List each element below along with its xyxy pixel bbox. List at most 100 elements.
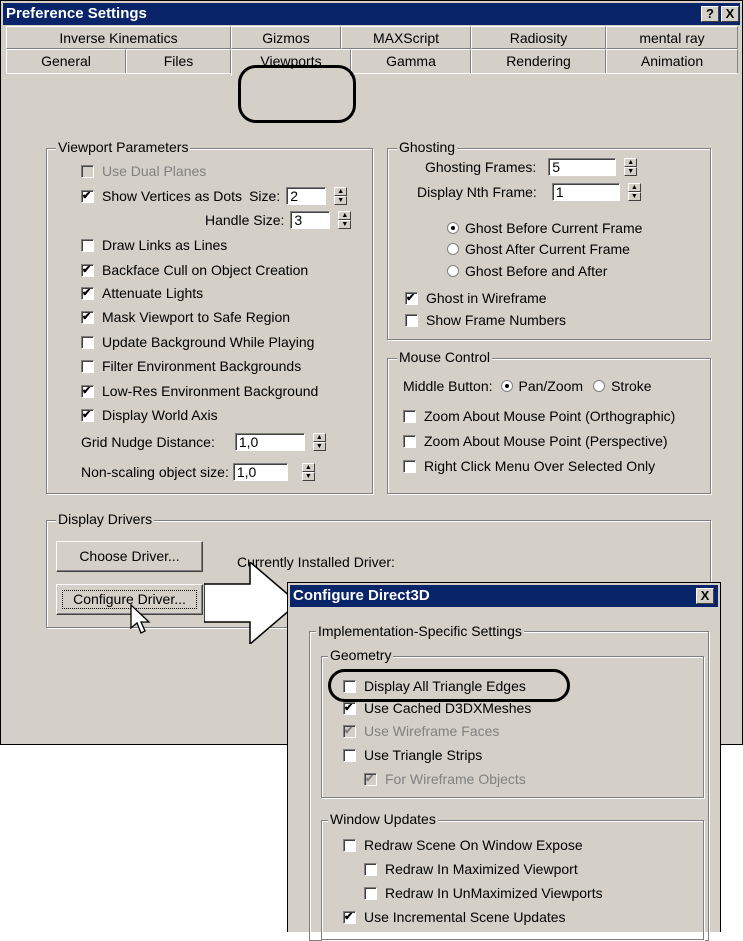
close-button[interactable]: X xyxy=(721,6,739,22)
redraw-maximized-row[interactable]: Redraw In Maximized Viewport xyxy=(364,861,578,877)
ghosting-frames-input[interactable]: 5 xyxy=(548,158,617,176)
lowres-env-row[interactable]: Low-Res Environment Background xyxy=(81,383,318,399)
ghost-before-row[interactable]: Ghost Before Current Frame xyxy=(447,220,642,236)
tab-rendering[interactable]: Rendering xyxy=(471,49,606,73)
triangle-strips-row[interactable]: Use Triangle Strips xyxy=(343,747,482,763)
middle-button-row: Middle Button: Pan/Zoom Stroke xyxy=(403,378,652,394)
impl-settings-label: Implementation-Specific Settings xyxy=(316,623,524,639)
show-vertices-checkbox[interactable] xyxy=(81,189,94,203)
window-titlebar: Preference Settings xyxy=(3,3,740,25)
wireframe-faces-row[interactable]: Use Wireframe Faces xyxy=(343,723,499,739)
redraw-unmaximized-row[interactable]: Redraw In UnMaximized Viewports xyxy=(364,885,603,901)
cached-meshes-row[interactable]: Use Cached D3DXMeshes xyxy=(343,700,531,716)
tab-inverse-kinematics[interactable]: Inverse Kinematics xyxy=(6,26,231,49)
redraw-expose-checkbox[interactable] xyxy=(343,838,356,852)
right-click-checkbox[interactable] xyxy=(403,459,416,473)
lowres-env-checkbox[interactable] xyxy=(81,384,94,398)
display-world-axis-checkbox[interactable] xyxy=(81,408,94,422)
tab-animation[interactable]: Animation xyxy=(606,49,738,73)
redraw-unmaximized-checkbox[interactable] xyxy=(364,886,377,900)
backface-cull-checkbox[interactable] xyxy=(81,263,94,277)
for-wireframe-checkbox[interactable] xyxy=(364,772,377,786)
mask-viewport-row[interactable]: Mask Viewport to Safe Region xyxy=(81,309,290,325)
dialog-title: Configure Direct3D xyxy=(293,587,430,604)
wireframe-faces-checkbox[interactable] xyxy=(343,724,356,738)
viewports-tab-highlight xyxy=(238,65,356,123)
display-world-axis-row[interactable]: Display World Axis xyxy=(81,407,218,423)
ghost-before-after-row[interactable]: Ghost Before and After xyxy=(447,263,607,279)
draw-links-row[interactable]: Draw Links as Lines xyxy=(81,237,227,253)
nth-frame-row: Display Nth Frame: 1 ▲ ▼ xyxy=(417,183,641,201)
for-wireframe-row[interactable]: For Wireframe Objects xyxy=(364,771,526,787)
grid-nudge-row: Grid Nudge Distance: 1,0 ▲ ▼ xyxy=(81,433,326,451)
vertex-size-spinner[interactable]: ▲ ▼ xyxy=(334,187,348,205)
redraw-maximized-checkbox[interactable] xyxy=(364,862,377,876)
tab-maxscript[interactable]: MAXScript xyxy=(341,26,471,49)
tab-radiosity[interactable]: Radiosity xyxy=(471,26,606,49)
handle-size-input[interactable]: 3 xyxy=(290,211,331,229)
handle-size-row: Handle Size: 3 ▲ ▼ xyxy=(205,211,352,229)
mouse-control-label: Mouse Control xyxy=(397,349,493,365)
ghosting-frames-row: Ghosting Frames: 5 ▲ ▼ xyxy=(425,158,638,176)
zoom-persp-row[interactable]: Zoom About Mouse Point (Perspective) xyxy=(403,433,668,449)
ghost-wireframe-row[interactable]: Ghost in Wireframe xyxy=(405,290,547,306)
zoom-ortho-row[interactable]: Zoom About Mouse Point (Orthographic) xyxy=(403,408,675,424)
attenuate-lights-checkbox[interactable] xyxy=(81,286,94,300)
filter-env-checkbox[interactable] xyxy=(81,359,94,373)
tab-gizmos[interactable]: Gizmos xyxy=(231,26,341,49)
cached-meshes-checkbox[interactable] xyxy=(343,701,356,715)
zoom-persp-checkbox[interactable] xyxy=(403,434,416,448)
nth-frame-input[interactable]: 1 xyxy=(551,183,620,201)
window-title: Preference Settings xyxy=(6,5,147,22)
vertex-size-input[interactable]: 2 xyxy=(286,187,327,205)
incremental-updates-row[interactable]: Use Incremental Scene Updates xyxy=(343,909,566,925)
ghost-after-row[interactable]: Ghost After Current Frame xyxy=(447,241,630,257)
tab-panel-border xyxy=(6,73,738,74)
ghost-wireframe-checkbox[interactable] xyxy=(405,291,418,305)
ghost-before-radio[interactable] xyxy=(447,222,459,234)
mask-viewport-checkbox[interactable] xyxy=(81,310,94,324)
ghost-after-radio[interactable] xyxy=(447,243,459,255)
display-all-edges-highlight xyxy=(328,669,570,702)
use-dual-planes-checkbox[interactable] xyxy=(81,164,94,178)
stroke-label: Stroke xyxy=(611,378,652,394)
right-click-row[interactable]: Right Click Menu Over Selected Only xyxy=(403,458,655,474)
grid-nudge-spinner[interactable]: ▲ ▼ xyxy=(312,433,326,451)
pointer-arrow-icon xyxy=(204,562,300,644)
ghosting-frames-spinner[interactable]: ▲ ▼ xyxy=(624,158,638,176)
update-background-row[interactable]: Update Background While Playing xyxy=(81,334,314,350)
viewport-parameters-label: Viewport Parameters xyxy=(56,139,191,155)
dialog-titlebar: Configure Direct3D xyxy=(290,585,718,607)
tab-gamma[interactable]: Gamma xyxy=(351,49,471,73)
tab-mental-ray[interactable]: mental ray xyxy=(606,26,738,49)
pan-zoom-radio[interactable] xyxy=(500,380,513,392)
backface-cull-row[interactable]: Backface Cull on Object Creation xyxy=(81,262,308,278)
ghosting-label: Ghosting xyxy=(397,139,458,155)
dialog-close-button[interactable]: X xyxy=(696,588,714,604)
attenuate-lights-row[interactable]: Attenuate Lights xyxy=(81,285,203,301)
update-background-checkbox[interactable] xyxy=(81,335,94,349)
incremental-updates-checkbox[interactable] xyxy=(343,910,356,924)
show-frame-numbers-row[interactable]: Show Frame Numbers xyxy=(405,312,566,328)
triangle-strips-checkbox[interactable] xyxy=(343,748,356,762)
draw-links-checkbox[interactable] xyxy=(81,238,94,252)
nth-frame-spinner[interactable]: ▲ ▼ xyxy=(627,183,641,201)
configure-direct3d-dialog: Configure Direct3D X Implementation-Spec… xyxy=(287,582,721,941)
nonscaling-input[interactable]: 1,0 xyxy=(232,463,288,481)
stroke-radio[interactable] xyxy=(593,380,606,392)
tab-general[interactable]: General xyxy=(6,49,126,73)
nonscaling-row: Non-scaling object size: 1,0 ▲ ▼ xyxy=(81,463,315,481)
show-frame-numbers-checkbox[interactable] xyxy=(405,313,418,327)
filter-env-row[interactable]: Filter Environment Backgrounds xyxy=(81,358,301,374)
tab-files[interactable]: Files xyxy=(126,49,231,73)
help-button[interactable]: ? xyxy=(701,6,719,22)
ghost-before-after-radio[interactable] xyxy=(447,265,459,277)
grid-nudge-input[interactable]: 1,0 xyxy=(234,433,305,451)
redraw-expose-row[interactable]: Redraw Scene On Window Expose xyxy=(343,837,583,853)
choose-driver-button[interactable]: Choose Driver... xyxy=(56,541,203,572)
use-dual-planes-row[interactable]: Use Dual Planes xyxy=(81,163,206,179)
zoom-ortho-checkbox[interactable] xyxy=(403,409,416,423)
handle-size-spinner[interactable]: ▲ ▼ xyxy=(338,211,352,229)
nonscaling-spinner[interactable]: ▲ ▼ xyxy=(301,463,315,481)
show-vertices-row[interactable]: Show Vertices as Dots Size: 2 ▲▼ xyxy=(81,187,348,205)
